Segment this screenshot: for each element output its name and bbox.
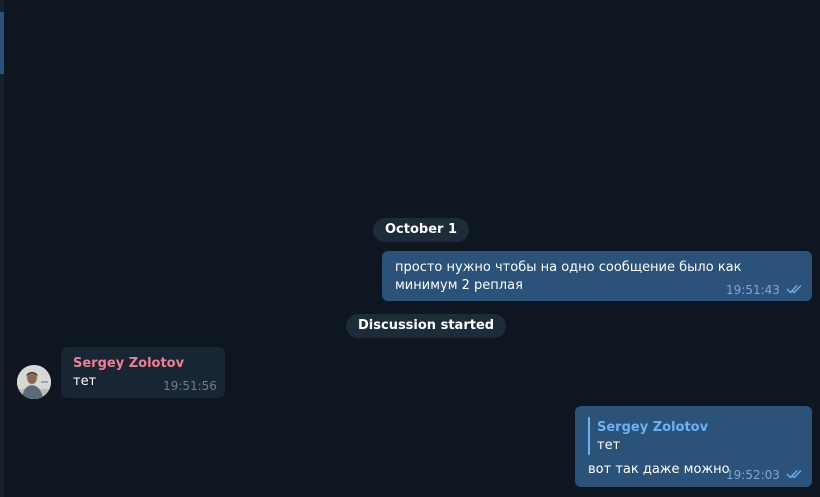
active-chat-indicator [0, 12, 4, 74]
date-separator: October 1 [373, 218, 470, 242]
message-bubble-outgoing[interactable]: просто нужно чтобы на одно сообщение был… [382, 251, 812, 301]
reply-sender-name[interactable]: Sergey Zolotov [597, 420, 708, 435]
message-text: вот так даже можно [588, 462, 730, 477]
user-photo-icon [17, 365, 51, 399]
reply-quote-text[interactable]: тет [597, 438, 620, 453]
message-text: тет [73, 374, 97, 389]
service-message: Discussion started [346, 314, 507, 338]
chat-list-edge [0, 0, 4, 497]
message-bubble-incoming[interactable]: Sergey Zolotov тет 19:51:56 [61, 347, 225, 398]
avatar[interactable] [17, 365, 51, 399]
chat-history[interactable]: October 1 просто нужно чтобы на одно соо… [0, 0, 820, 497]
reply-accent-bar [588, 417, 590, 455]
message-time: 19:51:56 [163, 379, 217, 393]
message-time: 19:51:43 [726, 283, 780, 297]
read-double-check-icon [786, 470, 802, 479]
read-double-check-icon [786, 285, 802, 294]
message-time: 19:52:03 [726, 468, 780, 482]
message-bubble-outgoing-reply[interactable]: Sergey Zolotov тет вот так даже можно 19… [575, 406, 812, 487]
sender-name[interactable]: Sergey Zolotov [73, 356, 184, 371]
